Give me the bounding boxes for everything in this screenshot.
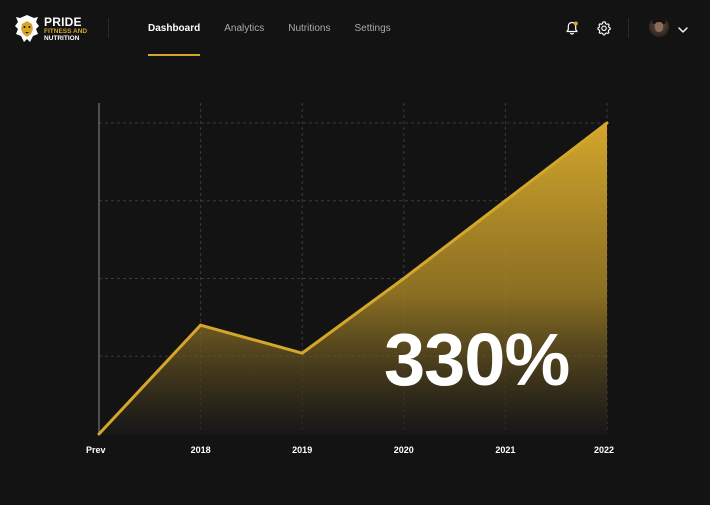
chart-x-labels: Prev 2018 2019 2020 2021 2022 xyxy=(86,445,614,455)
growth-chart: Prev 2018 2019 2020 2021 2022 xyxy=(86,103,614,455)
chart-point-2020 xyxy=(402,277,406,280)
growth-percentage: 330% xyxy=(384,318,570,401)
x-tick-label: 2018 xyxy=(191,445,211,455)
chart-point-2019 xyxy=(300,351,304,355)
chart-point-2018 xyxy=(199,323,203,327)
x-tick-label: 2020 xyxy=(394,445,414,455)
x-tick-label: 2021 xyxy=(495,445,515,455)
chart-point-2021 xyxy=(503,199,507,203)
x-tick-label: 2019 xyxy=(292,445,312,455)
x-tick-label: 2022 xyxy=(594,445,614,455)
chart-point-2022 xyxy=(605,121,609,125)
chart-point-prev xyxy=(97,432,101,436)
x-tick-label: Prev xyxy=(86,445,106,455)
